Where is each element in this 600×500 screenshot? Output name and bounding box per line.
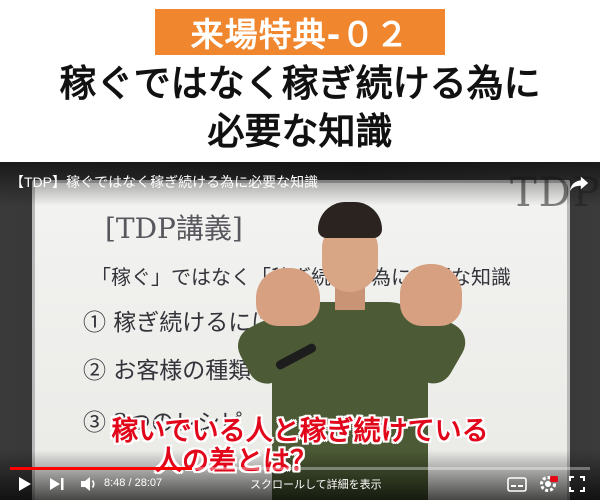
next-icon	[50, 478, 64, 490]
event-badge: 来場特典-０２	[155, 9, 445, 55]
volume-button[interactable]	[78, 474, 100, 494]
subtitles-button[interactable]	[506, 474, 528, 494]
next-button[interactable]	[46, 474, 68, 494]
play-icon	[19, 477, 31, 491]
progress-played	[10, 467, 192, 470]
scroll-hint[interactable]: スクロールして詳細を表示	[250, 476, 382, 492]
headline-line-2: 必要な知識	[207, 110, 393, 153]
settings-icon	[540, 476, 558, 492]
volume-icon	[81, 477, 95, 491]
time-display: 8:48 / 28:07	[104, 477, 163, 489]
subtitles-icon	[507, 476, 527, 492]
fullscreen-icon	[569, 476, 585, 492]
play-button[interactable]	[14, 474, 36, 494]
video-title[interactable]: 【TDP】稼ぐではなく稼ぎ続ける為に必要な知識	[10, 172, 318, 192]
fullscreen-button[interactable]	[566, 474, 588, 494]
headline-line-1: 稼ぐではなく稼ぎ続ける為に	[59, 62, 541, 105]
settings-button[interactable]	[536, 474, 560, 494]
share-icon[interactable]	[568, 172, 590, 194]
video-player[interactable]: [TDP講義] 「稼ぐ」ではなく「稼ぎ続ける為に必要な知識 ① 稼ぎ続けるには？…	[0, 162, 600, 500]
subtitle-line-1: 稼いでいる人と稼ぎ続けている	[111, 416, 489, 447]
progress-bar[interactable]	[10, 467, 590, 470]
